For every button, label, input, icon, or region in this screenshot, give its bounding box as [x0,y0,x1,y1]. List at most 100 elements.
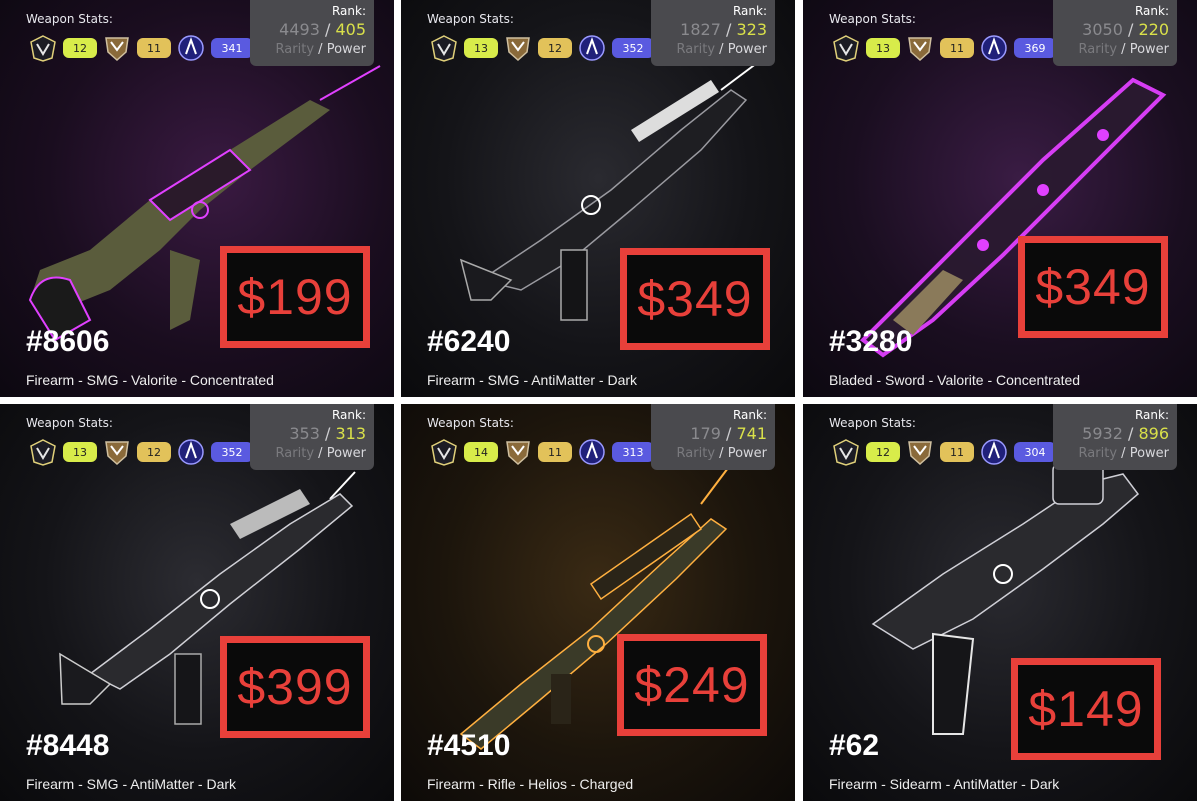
rarity-value: 4493 [279,20,320,39]
rank-label: Rank: [732,4,767,18]
stat-value-1: 14 [464,442,498,462]
stat-shield-icon [908,37,932,62]
price-value: $249 [634,657,750,713]
stat-value-1: 12 [866,442,900,462]
stat-shield-icon [105,37,129,62]
power-value: 220 [1138,20,1169,39]
power-label: Power [326,446,366,461]
stat-badges: 12 11 304 [831,438,1056,466]
stat-value-1: 13 [866,38,900,58]
power-label: Power [326,42,366,57]
stat-badges: 12 11 341 [28,34,253,62]
stat-crest-icon [30,439,56,466]
stat-value-3: 341 [211,38,253,58]
weapon-stats-label: Weapon Stats: [26,416,113,430]
rank-panel: Rank: 179 / 741 Rarity / Power [651,404,775,470]
weapon-id: #8606 [26,325,110,358]
power-value: 405 [335,20,366,39]
stat-crest-icon [833,35,859,62]
price-value: $399 [237,659,353,715]
rarity-label: Rarity [676,446,716,461]
weapon-id: #62 [829,729,880,762]
weapon-card[interactable]: Weapon Stats: 12 11 341 Rank: 4493 / 405… [0,0,394,397]
rarity-label: Rarity [1078,446,1118,461]
price-tag: $249 [617,634,767,736]
rarity-label: Rarity [676,42,716,57]
stat-crest-icon [431,439,457,466]
power-label: Power [1129,42,1169,57]
weapon-stats-label: Weapon Stats: [829,12,916,26]
stat-value-2: 12 [137,442,171,462]
stat-shield-icon [506,37,530,62]
price-tag: $199 [220,246,370,348]
price-tag: $399 [220,636,370,738]
power-value: 323 [736,20,767,39]
rarity-value: 179 [690,424,721,443]
stat-value-1: 13 [464,38,498,58]
rank-label: Rank: [732,408,767,422]
rarity-value: 1827 [680,20,721,39]
weapon-description: Firearm - Sidearm - AntiMatter - Dark [829,776,1060,792]
stat-badges: 13 12 352 [28,438,253,466]
rank-panel: Rank: 353 / 313 Rarity / Power [250,404,374,470]
power-value: 741 [736,424,767,443]
rarity-label: Rarity [1078,42,1118,57]
rank-label: Rank: [331,408,366,422]
stat-value-3: 352 [612,38,654,58]
price-tag: $349 [1018,236,1168,338]
price-value: $349 [637,271,753,327]
weapon-card[interactable]: Weapon Stats: 13 11 369 Rank: 3050 / 220… [803,0,1197,397]
weapon-card[interactable]: Weapon Stats: 12 11 304 Rank: 5932 / 896… [803,404,1197,801]
stat-crest-icon [431,35,457,62]
price-value: $149 [1028,681,1144,737]
stat-orb-icon [178,439,204,465]
weapon-description: Firearm - SMG - Valorite - Concentrated [26,372,274,388]
weapon-description: Bladed - Sword - Valorite - Concentrated [829,372,1081,388]
rank-panel: Rank: 4493 / 405 Rarity / Power [250,0,374,66]
power-label: Power [727,42,767,57]
weapon-id: #8448 [26,729,110,762]
stat-value-2: 11 [137,38,171,58]
stat-shield-icon [908,441,932,466]
weapon-card[interactable]: Weapon Stats: 13 12 352 Rank: 353 / 313 … [0,404,394,801]
stat-value-2: 11 [940,442,974,462]
stat-value-3: 313 [612,442,654,462]
stat-badges: 14 11 313 [429,438,654,466]
power-value: 896 [1138,424,1169,443]
stat-value-2: 12 [538,38,572,58]
stat-orb-icon [981,35,1007,61]
rank-label: Rank: [1134,4,1169,18]
stat-shield-icon [105,441,129,466]
stat-orb-icon [178,35,204,61]
price-tag: $149 [1011,658,1161,760]
power-label: Power [727,446,767,461]
weapon-card[interactable]: Weapon Stats: 14 11 313 Rank: 179 / 741 … [401,404,795,801]
price-tag: $349 [620,248,770,350]
stat-value-3: 304 [1014,442,1056,462]
stat-value-2: 11 [538,442,572,462]
stat-orb-icon [981,439,1007,465]
weapon-stats-label: Weapon Stats: [829,416,916,430]
rarity-value: 353 [289,424,320,443]
rarity-value: 5932 [1082,424,1123,443]
power-value: 313 [335,424,366,443]
weapon-description: Firearm - SMG - AntiMatter - Dark [26,776,237,792]
stat-value-3: 352 [211,442,253,462]
weapon-stats-label: Weapon Stats: [26,12,113,26]
rank-label: Rank: [331,4,366,18]
weapon-description: Firearm - SMG - AntiMatter - Dark [427,372,638,388]
weapon-card[interactable]: Weapon Stats: 13 12 352 Rank: 1827 / 323… [401,0,795,397]
stat-value-2: 11 [940,38,974,58]
stat-crest-icon [833,439,859,466]
stat-crest-icon [30,35,56,62]
stat-shield-icon [506,441,530,466]
stat-value-1: 13 [63,442,97,462]
weapon-stats-label: Weapon Stats: [427,416,514,430]
rarity-value: 3050 [1082,20,1123,39]
weapon-id: #3280 [829,325,913,358]
rarity-label: Rarity [275,446,315,461]
stat-badges: 13 12 352 [429,34,654,62]
rank-label: Rank: [1134,408,1169,422]
stat-value-1: 12 [63,38,97,58]
price-value: $349 [1035,259,1151,315]
